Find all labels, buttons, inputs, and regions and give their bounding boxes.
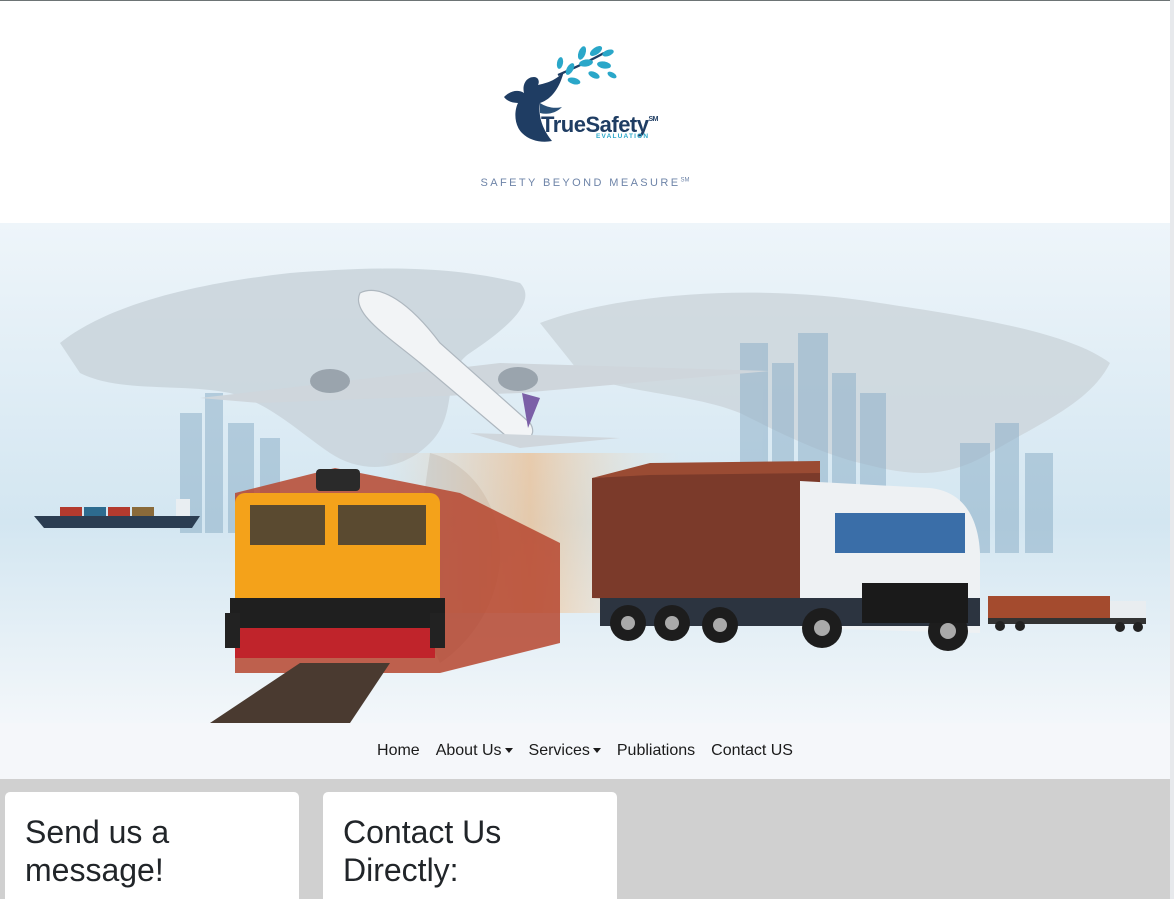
main-navbar: Home About Us Services Publiations Conta… (0, 723, 1170, 779)
nav-about-us-label: About Us (435, 742, 502, 759)
content-section: Send us a message! Contact Us Directly: (0, 779, 1170, 922)
nav-contact-us[interactable]: Contact US (703, 742, 801, 760)
site-header: TrueSafetySM EVALUATION SAFETY BEYOND ME… (0, 1, 1170, 223)
send-message-card: Send us a message! (5, 792, 299, 922)
nav-services-label: Services (528, 742, 590, 759)
transport-collage-illustration (0, 223, 1170, 723)
scrollbar-track[interactable] (1170, 0, 1174, 899)
nav-contact-us-label: Contact US (711, 742, 793, 759)
nav-list: Home About Us Services Publiations Conta… (0, 723, 1170, 779)
caret-down-icon (592, 747, 601, 753)
nav-services-dropdown[interactable]: Services (521, 742, 609, 760)
send-message-heading: Send us a message! (25, 814, 170, 888)
hero-banner-image (0, 223, 1170, 723)
nav-home[interactable]: Home (369, 742, 428, 760)
tagline: SAFETY BEYOND MEASURESM (480, 177, 690, 189)
nav-publications-label: Publiations (616, 742, 696, 759)
brand-subtitle: EVALUATION (596, 133, 650, 140)
contact-directly-card: Contact Us Directly: (323, 792, 617, 922)
brand-service-mark: SM (648, 116, 659, 123)
nav-home-label: Home (377, 742, 420, 759)
nav-publications[interactable]: Publiations (609, 742, 703, 760)
caret-down-icon (504, 747, 513, 753)
page: TrueSafetySM EVALUATION SAFETY BEYOND ME… (0, 0, 1174, 922)
nav-about-us-dropdown[interactable]: About Us (428, 742, 521, 760)
tagline-service-mark: SM (680, 177, 690, 184)
contact-directly-heading: Contact Us Directly: (343, 814, 502, 888)
